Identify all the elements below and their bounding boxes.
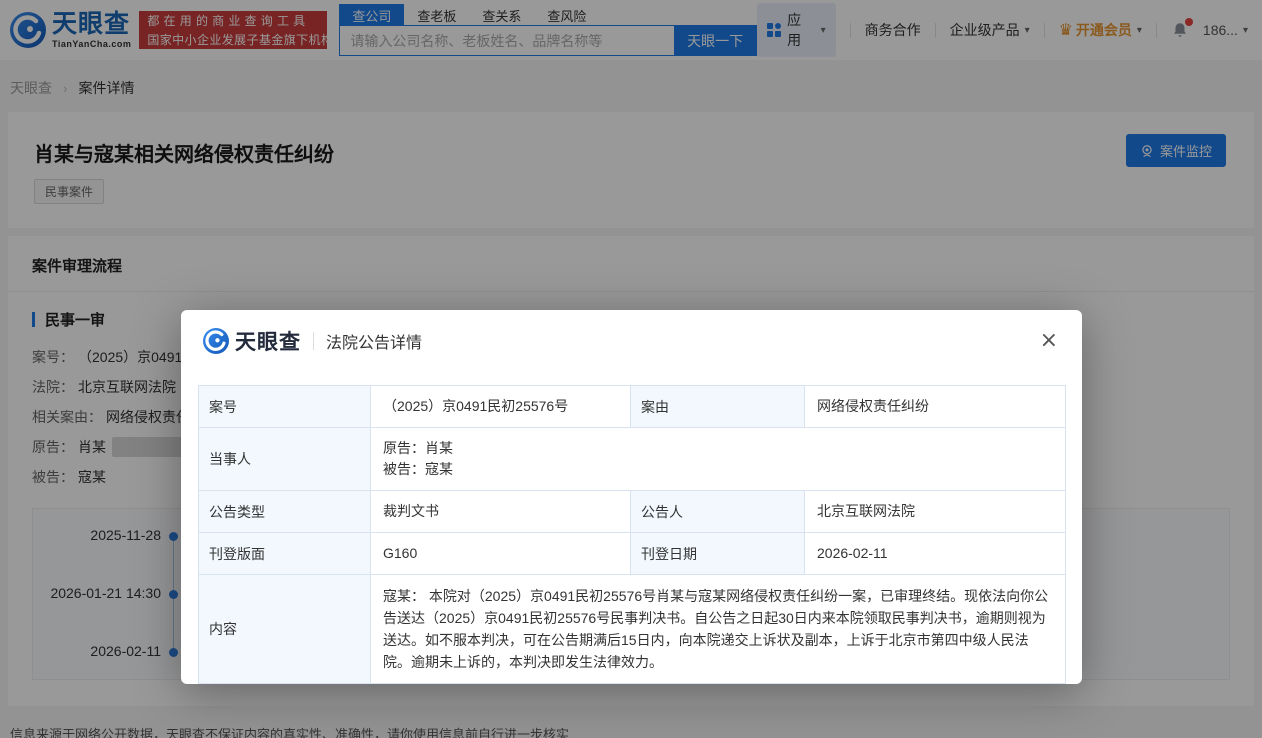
party-defendant: 被告：寇某: [383, 459, 1053, 480]
cell-label: 内容: [199, 575, 371, 684]
table-row: 当事人 原告：肖某 被告：寇某: [199, 428, 1066, 491]
cell-label: 公告人: [631, 491, 805, 533]
modal-title: 法院公告详情: [326, 329, 422, 353]
cell-label: 刊登版面: [199, 533, 371, 575]
cell-value: G160: [371, 533, 631, 575]
table-row: 内容 寇某： 本院对（2025）京0491民初25576号肖某与寇某网络侵权责任…: [199, 575, 1066, 684]
tianyancha-swirl-icon: [203, 328, 229, 354]
table-row: 刊登版面 G160 刊登日期 2026-02-11: [199, 533, 1066, 575]
table-row: 案号 （2025）京0491民初25576号 案由 网络侵权责任纠纷: [199, 386, 1066, 428]
cell-label: 公告类型: [199, 491, 371, 533]
cell-label: 案由: [631, 386, 805, 428]
cell-value-content: 寇某： 本院对（2025）京0491民初25576号肖某与寇某网络侵权责任纠纷一…: [371, 575, 1066, 684]
cell-label: 刊登日期: [631, 533, 805, 575]
court-announcement-modal: 天眼查 法院公告详情 × 案号 （2025）京0491民初25576号 案由 网…: [181, 310, 1082, 684]
table-row: 公告类型 裁判文书 公告人 北京互联网法院: [199, 491, 1066, 533]
party-plaintiff: 原告：肖某: [383, 438, 1053, 459]
cell-value: 2026-02-11: [805, 533, 1066, 575]
divider: [313, 332, 314, 350]
cell-value: 北京互联网法院: [805, 491, 1066, 533]
modal-close-button[interactable]: ×: [1040, 330, 1058, 352]
modal-logo: 天眼查: [203, 326, 301, 356]
announcement-table: 案号 （2025）京0491民初25576号 案由 网络侵权责任纠纷 当事人 原…: [198, 385, 1066, 684]
close-icon: ×: [1040, 328, 1058, 353]
cell-label: 当事人: [199, 428, 371, 491]
cell-value: （2025）京0491民初25576号: [371, 386, 631, 428]
cell-label: 案号: [199, 386, 371, 428]
cell-value: 网络侵权责任纠纷: [805, 386, 1066, 428]
modal-brand-name: 天眼查: [235, 326, 301, 356]
cell-value: 原告：肖某 被告：寇某: [371, 428, 1066, 491]
cell-value: 裁判文书: [371, 491, 631, 533]
modal-header: 天眼查 法院公告详情 ×: [181, 310, 1082, 371]
